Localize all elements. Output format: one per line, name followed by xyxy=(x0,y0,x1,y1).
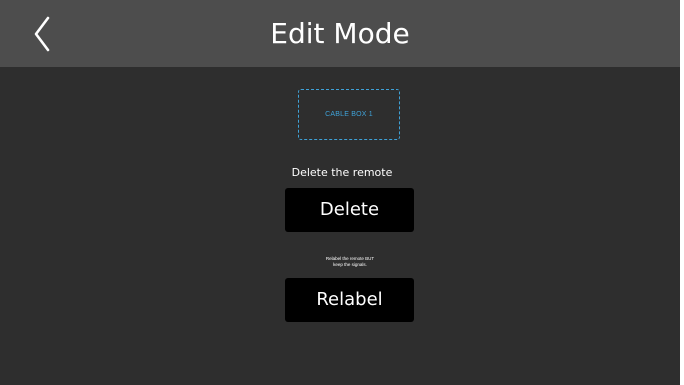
chevron-left-icon xyxy=(34,16,50,52)
relabel-description: Relabel the remote BUT keep the signals. xyxy=(292,256,408,268)
back-button[interactable] xyxy=(24,12,64,56)
delete-description: Delete the remote xyxy=(291,166,393,179)
remote-tile[interactable]: CABLE BOX 1 xyxy=(298,89,400,140)
edit-mode-screen: Edit Mode CABLE BOX 1 Delete the remote … xyxy=(0,0,680,385)
header-bar: Edit Mode xyxy=(0,0,680,67)
delete-button[interactable]: Delete xyxy=(285,188,414,232)
relabel-button[interactable]: Relabel xyxy=(285,278,414,322)
page-title: Edit Mode xyxy=(270,17,410,50)
relabel-description-line-2: keep the signals. xyxy=(333,262,367,267)
remote-name-label: CABLE BOX 1 xyxy=(325,111,373,118)
